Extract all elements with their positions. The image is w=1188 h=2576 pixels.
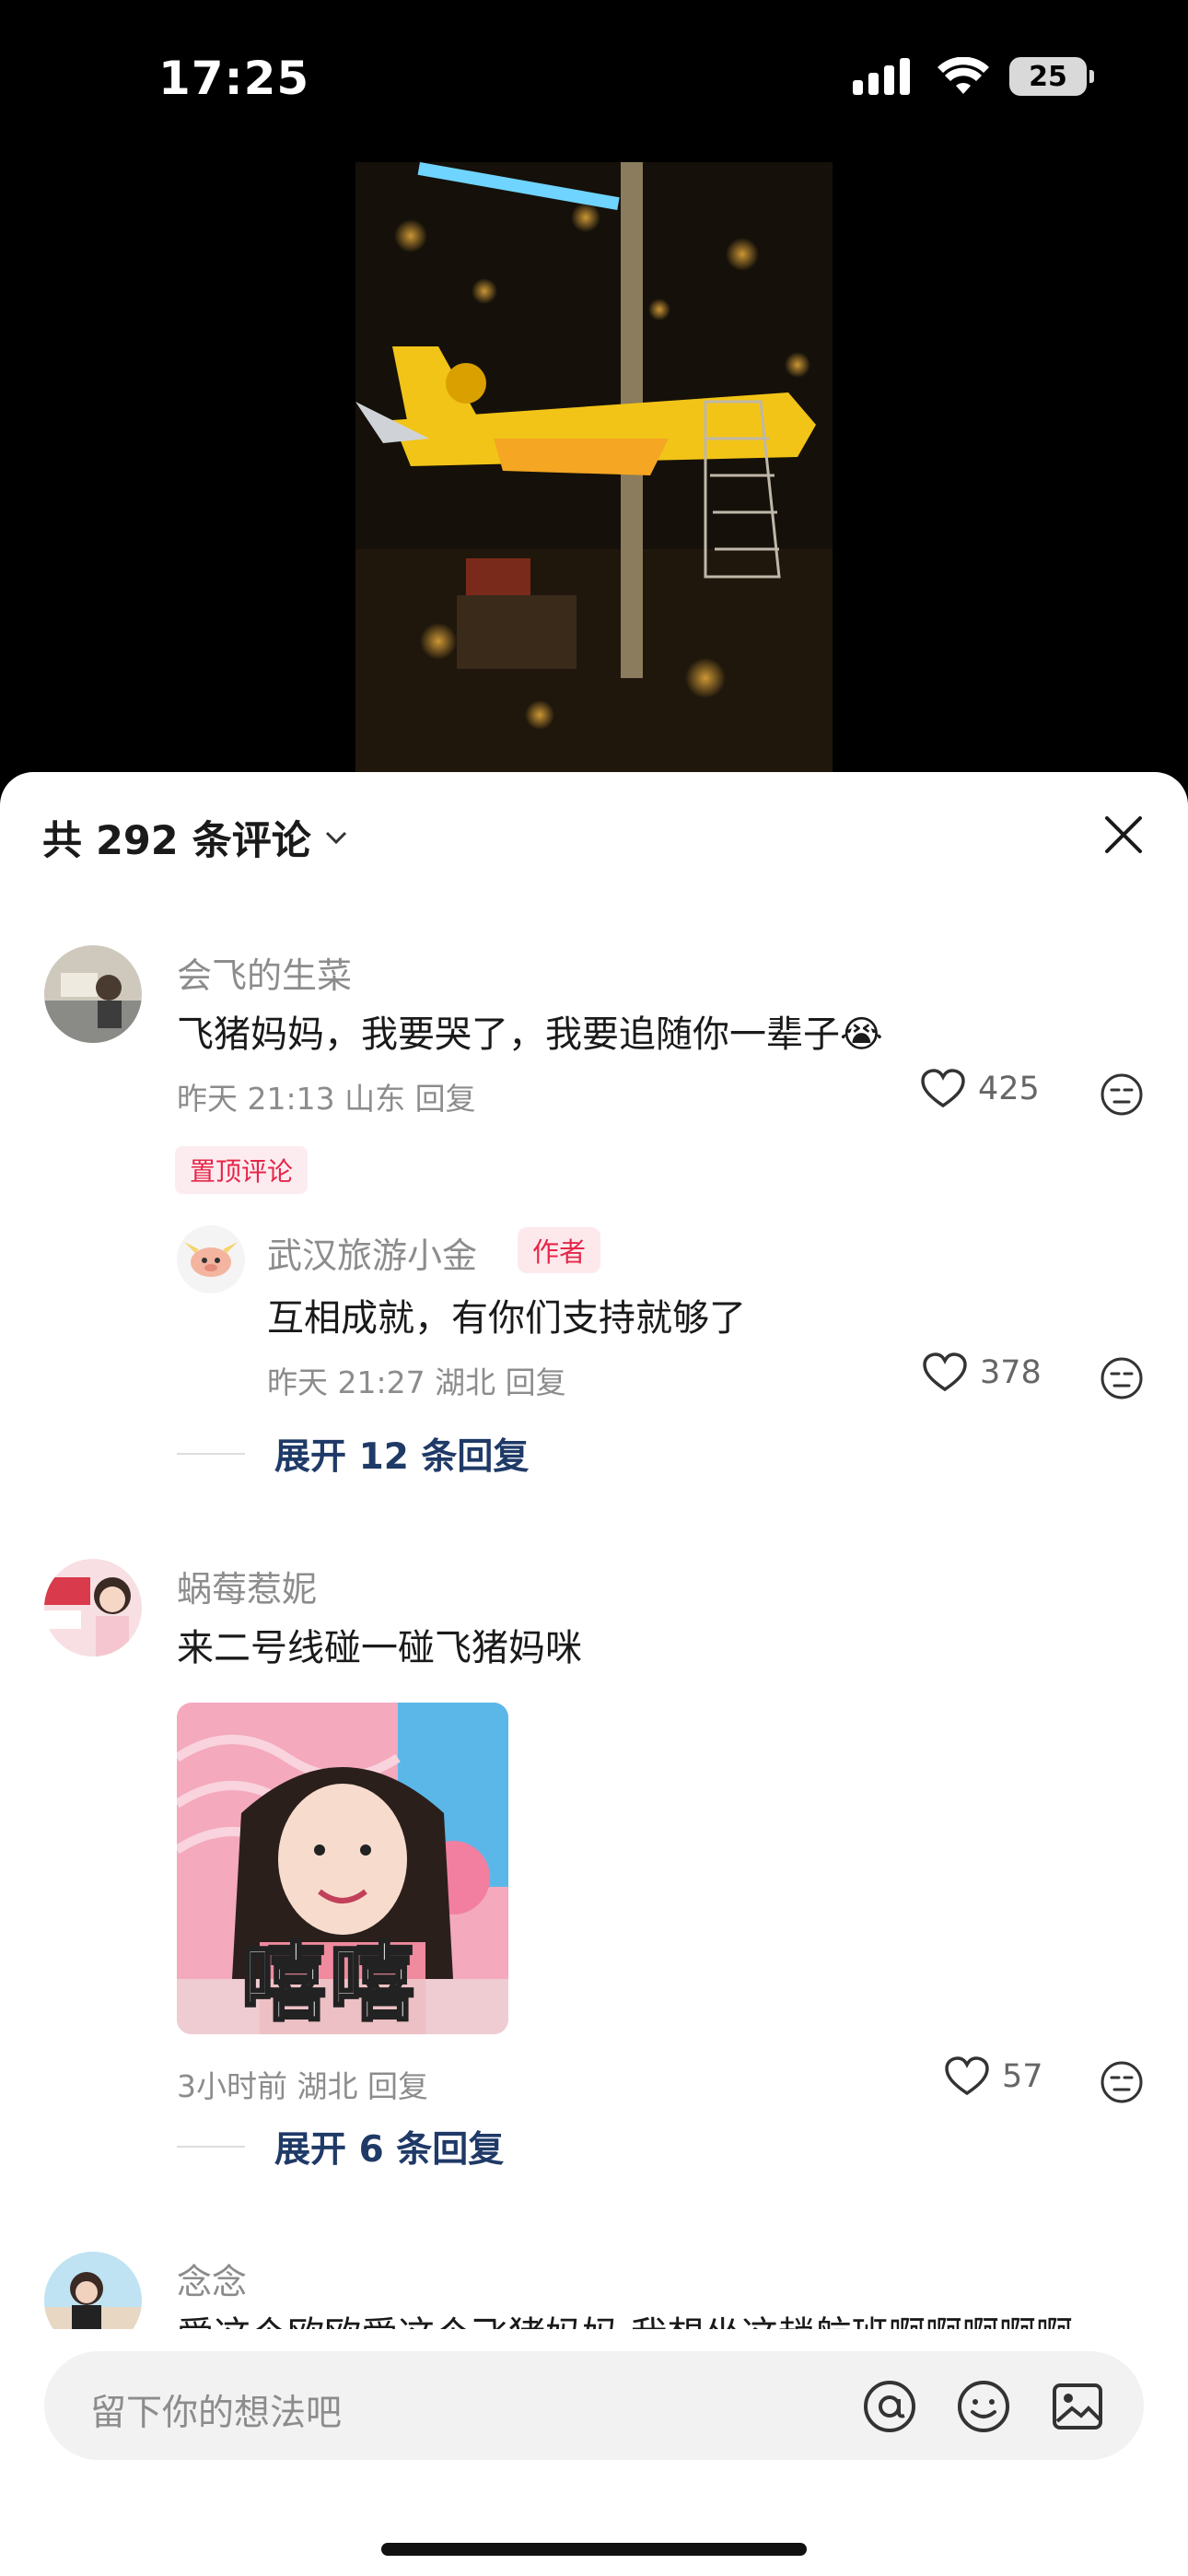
- heart-icon: [923, 1352, 967, 1392]
- wifi-icon: [938, 57, 989, 94]
- comment-username[interactable]: 念念: [177, 2254, 247, 2304]
- emoji-icon[interactable]: [956, 2379, 1011, 2434]
- comment-username[interactable]: 蜗莓惹妮: [177, 1561, 317, 1611]
- dislike-face-icon[interactable]: [1100, 1072, 1144, 1117]
- comments-count-dropdown[interactable]: 共 292 条评论: [42, 809, 348, 866]
- close-icon[interactable]: [1101, 813, 1146, 857]
- sticker-caption: 嘻嘻: [239, 1933, 419, 2034]
- signal-icon: [853, 58, 910, 95]
- comments-count-label: 共 292 条评论: [42, 818, 311, 864]
- comments-sheet: 共 292 条评论 会飞的生菜 飞猪妈妈，我要哭了，我要追随你一辈子😭 昨天 2…: [0, 772, 1188, 2576]
- like-button[interactable]: 425: [921, 1069, 1040, 1109]
- status-icons: 25: [853, 57, 1094, 96]
- reply-meta[interactable]: 昨天 21:27 湖北 回复: [267, 1358, 566, 1402]
- avatar-image: [44, 1559, 142, 1657]
- flying-pig-avatar-image: [184, 1242, 238, 1277]
- like-count: 425: [978, 1071, 1040, 1107]
- author-badge: 作者: [518, 1227, 601, 1273]
- author-avatar[interactable]: [177, 1225, 245, 1294]
- reply-username[interactable]: 武汉旅游小金: [267, 1227, 477, 1278]
- expand-replies-label: 展开 12 条回复: [274, 1436, 530, 1478]
- image-icon[interactable]: [1050, 2379, 1105, 2434]
- comment-input-placeholder: 留下你的想法吧: [90, 2393, 343, 2434]
- expand-replies-button[interactable]: 展开 12 条回复: [177, 1428, 529, 1480]
- comment-text: 来二号线碰一碰飞猪妈咪: [177, 1627, 582, 1669]
- chevron-down-icon: [325, 831, 346, 845]
- comment-sticker-image[interactable]: 嘻嘻: [177, 1703, 508, 2034]
- video-player[interactable]: [355, 162, 833, 772]
- home-indicator[interactable]: [381, 2543, 807, 2556]
- comment-input[interactable]: 留下你的想法吧: [44, 2351, 1144, 2460]
- like-button[interactable]: 378: [923, 1352, 1042, 1393]
- comment-meta[interactable]: 3小时前 湖北 回复: [177, 2062, 428, 2106]
- like-button[interactable]: 57: [945, 2056, 1043, 2097]
- like-count: 57: [1002, 2058, 1043, 2095]
- comment-text: 爱这个欧欧爱这个飞猪妈妈 我想坐这趟航班啊啊啊啊啊: [177, 2305, 1073, 2329]
- avatar[interactable]: [44, 1559, 142, 1657]
- comment-text: 飞猪妈妈，我要哭了，我要追随你一辈子😭: [177, 1013, 883, 1056]
- dislike-face-icon[interactable]: [1100, 1356, 1144, 1400]
- comment-text-clip: 爱这个欧欧爱这个飞猪妈妈 我想坐这趟航班啊啊啊啊啊: [177, 2305, 1153, 2329]
- pinned-badge: 置顶评论: [175, 1146, 309, 1194]
- at-icon[interactable]: [862, 2379, 917, 2434]
- heart-icon: [921, 1069, 965, 1108]
- avatar-image: [44, 945, 142, 1043]
- expand-replies-button[interactable]: 展开 6 条回复: [177, 2121, 504, 2172]
- battery-icon: 25: [1009, 57, 1094, 96]
- video-frame-airplane: [355, 162, 833, 772]
- dislike-face-icon[interactable]: [1100, 2060, 1144, 2104]
- heart-icon: [945, 2056, 989, 2096]
- reply-text: 互相成就，有你们支持就够了: [267, 1297, 746, 1340]
- expand-replies-label: 展开 6 条回复: [274, 2129, 505, 2171]
- status-time: 17:25: [158, 52, 310, 105]
- divider: [177, 1453, 245, 1455]
- like-count: 378: [980, 1354, 1042, 1391]
- divider: [177, 2146, 245, 2148]
- comment-username[interactable]: 会飞的生菜: [177, 947, 352, 998]
- comment-meta[interactable]: 昨天 21:13 山东 回复: [177, 1074, 476, 1118]
- avatar[interactable]: [44, 945, 142, 1043]
